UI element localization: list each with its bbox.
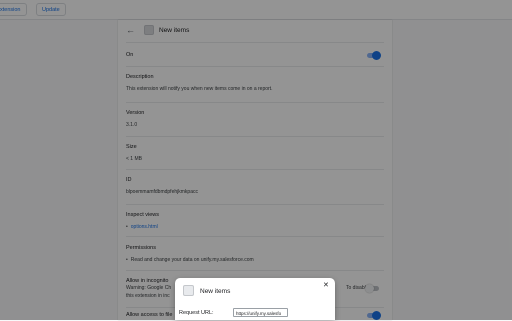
modal-overlay	[0, 0, 512, 320]
dialog-title: New items	[200, 288, 231, 295]
dialog-extension-icon	[183, 285, 194, 296]
close-icon[interactable]: ✕	[323, 282, 329, 289]
options-dialog: New items ✕ Request URL: https://unify.m…	[175, 278, 335, 320]
request-url-input[interactable]: https://unify.my.salesfo	[233, 308, 288, 317]
request-url-label: Request URL:	[179, 310, 214, 316]
